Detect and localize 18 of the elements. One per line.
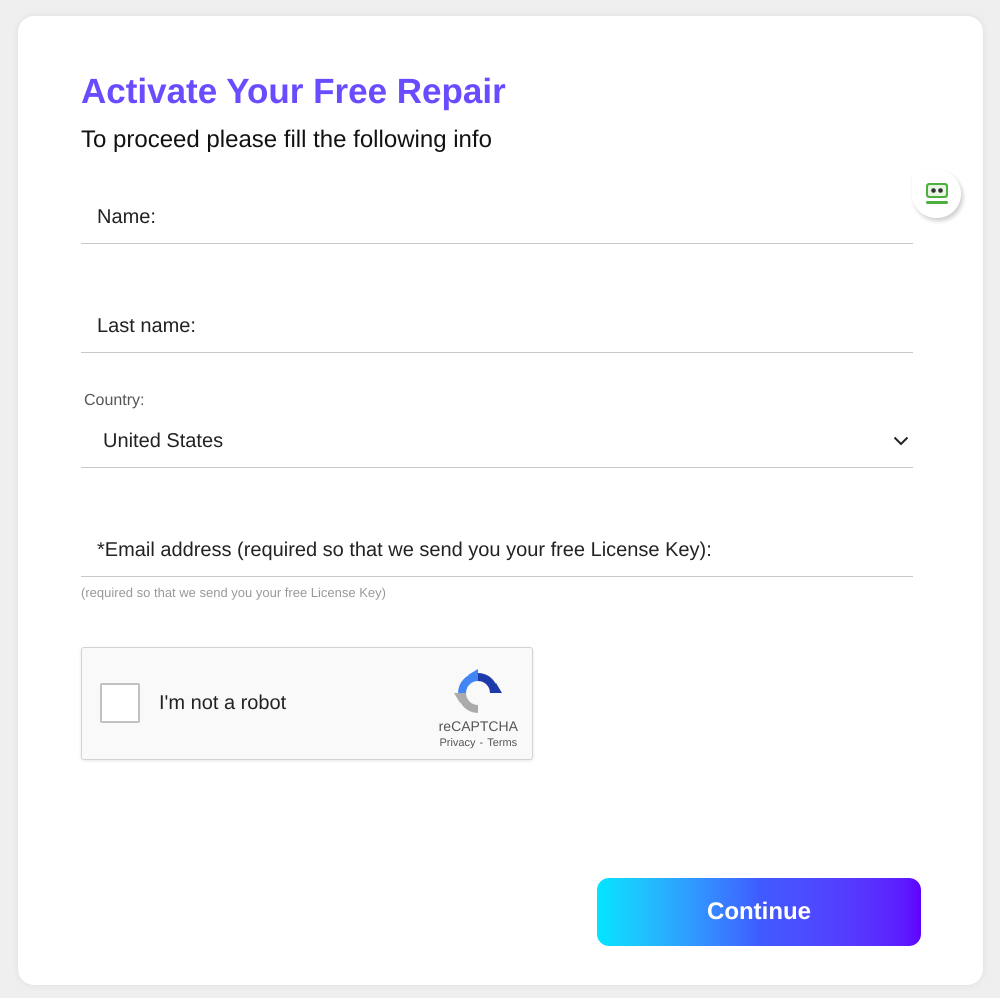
input-field[interactable]: Last name: xyxy=(81,293,913,353)
field-label: Country: xyxy=(83,391,146,411)
field-hint: (required so that we send you your free License Key) xyxy=(81,584,387,602)
checkbox-label: I'm not a robot xyxy=(159,691,288,716)
robot-icon xyxy=(924,183,948,205)
recaptcha-brand: reCAPTCHA xyxy=(438,717,518,735)
chevron-down-icon xyxy=(893,436,909,446)
input-field[interactable]: *Email address (required so that we send you your free License Key): xyxy=(81,517,913,577)
input-field[interactable]: Name: xyxy=(81,184,913,244)
subtitle: To proceed please fill the following info xyxy=(81,125,493,155)
terms-link[interactable]: Terms xyxy=(487,735,518,751)
continue-button[interactable]: Continue xyxy=(597,878,921,946)
page-title: Activate Your Free Repair xyxy=(81,71,507,113)
checkbox[interactable] xyxy=(100,683,140,723)
link-separator: - xyxy=(480,736,484,751)
robot-assistant-button[interactable] xyxy=(912,170,961,218)
country-select[interactable]: United States xyxy=(81,417,913,468)
privacy-link[interactable]: Privacy xyxy=(439,735,476,751)
